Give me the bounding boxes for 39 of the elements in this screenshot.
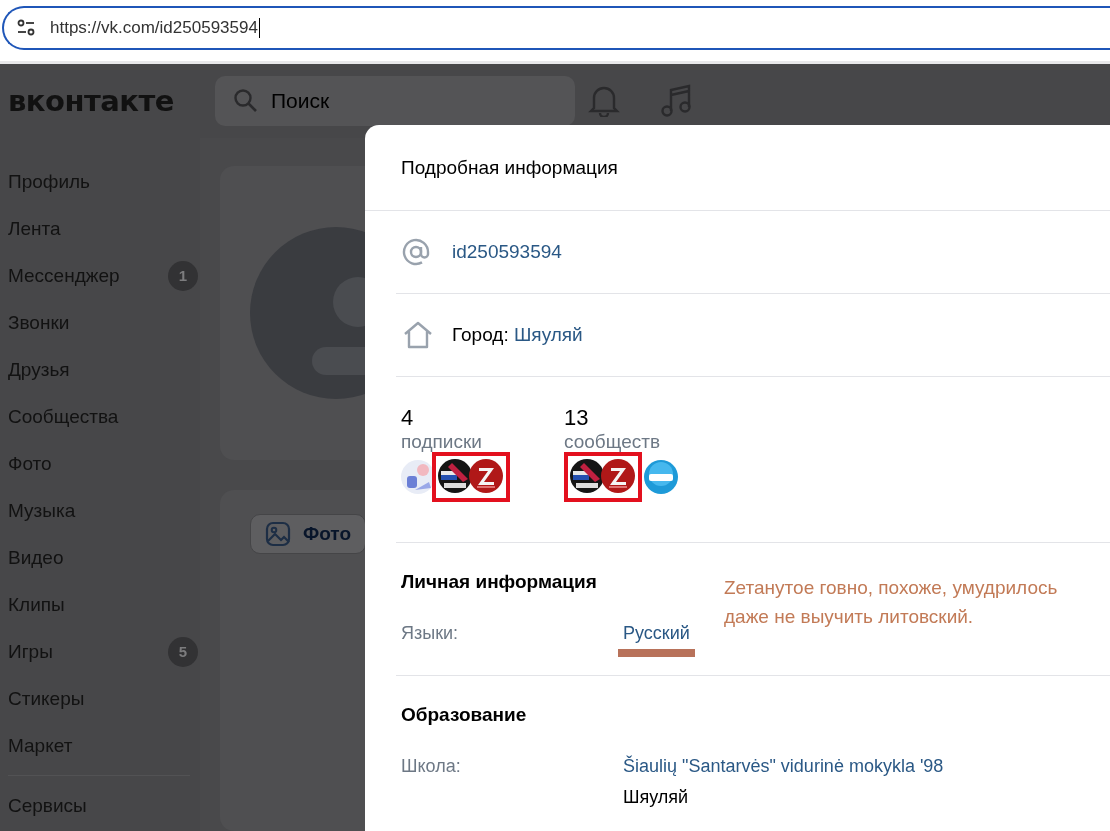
field-value: Шяуляй — [623, 787, 689, 808]
field-label: Школа: — [401, 756, 462, 777]
sidebar-item[interactable]: Стикеры — [8, 687, 85, 710]
sidebar-item[interactable]: Фото — [8, 452, 52, 475]
search-field[interactable]: Поиск — [215, 76, 575, 126]
address-field[interactable]: https://vk.com/id250593594 — [2, 6, 1110, 50]
city-link[interactable]: Шяуляй — [513, 324, 583, 345]
sidebar-item[interactable]: Звонки — [8, 311, 70, 334]
count-badge: 1 — [168, 260, 198, 291]
field-label: Языки: — [401, 623, 460, 645]
photo-button[interactable]: Фото — [250, 514, 366, 554]
sidebar-item[interactable]: Маркет — [8, 734, 73, 757]
section-heading: Личная информация — [401, 571, 597, 593]
field-link[interactable]: Русский — [618, 623, 695, 657]
sidebar-item[interactable]: Мессенджер — [8, 264, 120, 287]
sidebar-item[interactable]: Лента — [8, 217, 61, 240]
counter-value: 13 — [564, 405, 590, 431]
sidebar-item[interactable]: Друзья — [8, 358, 70, 381]
count-badge: 5 — [168, 636, 198, 667]
home-icon — [402, 321, 434, 349]
image-icon — [265, 521, 291, 547]
counter-label: сообществ — [564, 431, 661, 453]
sidebar-item[interactable]: Видео — [8, 546, 64, 569]
at-sign-icon — [402, 238, 430, 266]
counter-label: подписки — [401, 431, 483, 453]
sidebar-item[interactable]: Профиль — [8, 170, 91, 193]
sidebar-item[interactable]: Музыка — [8, 499, 76, 522]
dialog-title: Подробная информация — [365, 125, 1110, 211]
counter-value: 4 — [401, 405, 415, 431]
site-settings-icon[interactable] — [16, 19, 36, 37]
city-text: Город: Шяуляй — [452, 324, 583, 346]
sidebar-item[interactable]: Клипы — [8, 593, 65, 616]
field-link[interactable]: Šiaulių "Santarvės" vidurinė mokykla '98 — [623, 756, 944, 777]
profile-id-link[interactable]: id250593594 — [452, 241, 562, 263]
section-heading: Образование — [401, 704, 527, 726]
annotation-note: Zетанутое говно, похоже, умудрилось даже не выучить литовский. — [724, 576, 1059, 629]
site-logo[interactable]: вконтакте — [8, 84, 215, 118]
sidebar-item[interactable]: Сообщества — [8, 405, 119, 428]
sidebar-item[interactable]: Сервисы — [8, 794, 87, 817]
